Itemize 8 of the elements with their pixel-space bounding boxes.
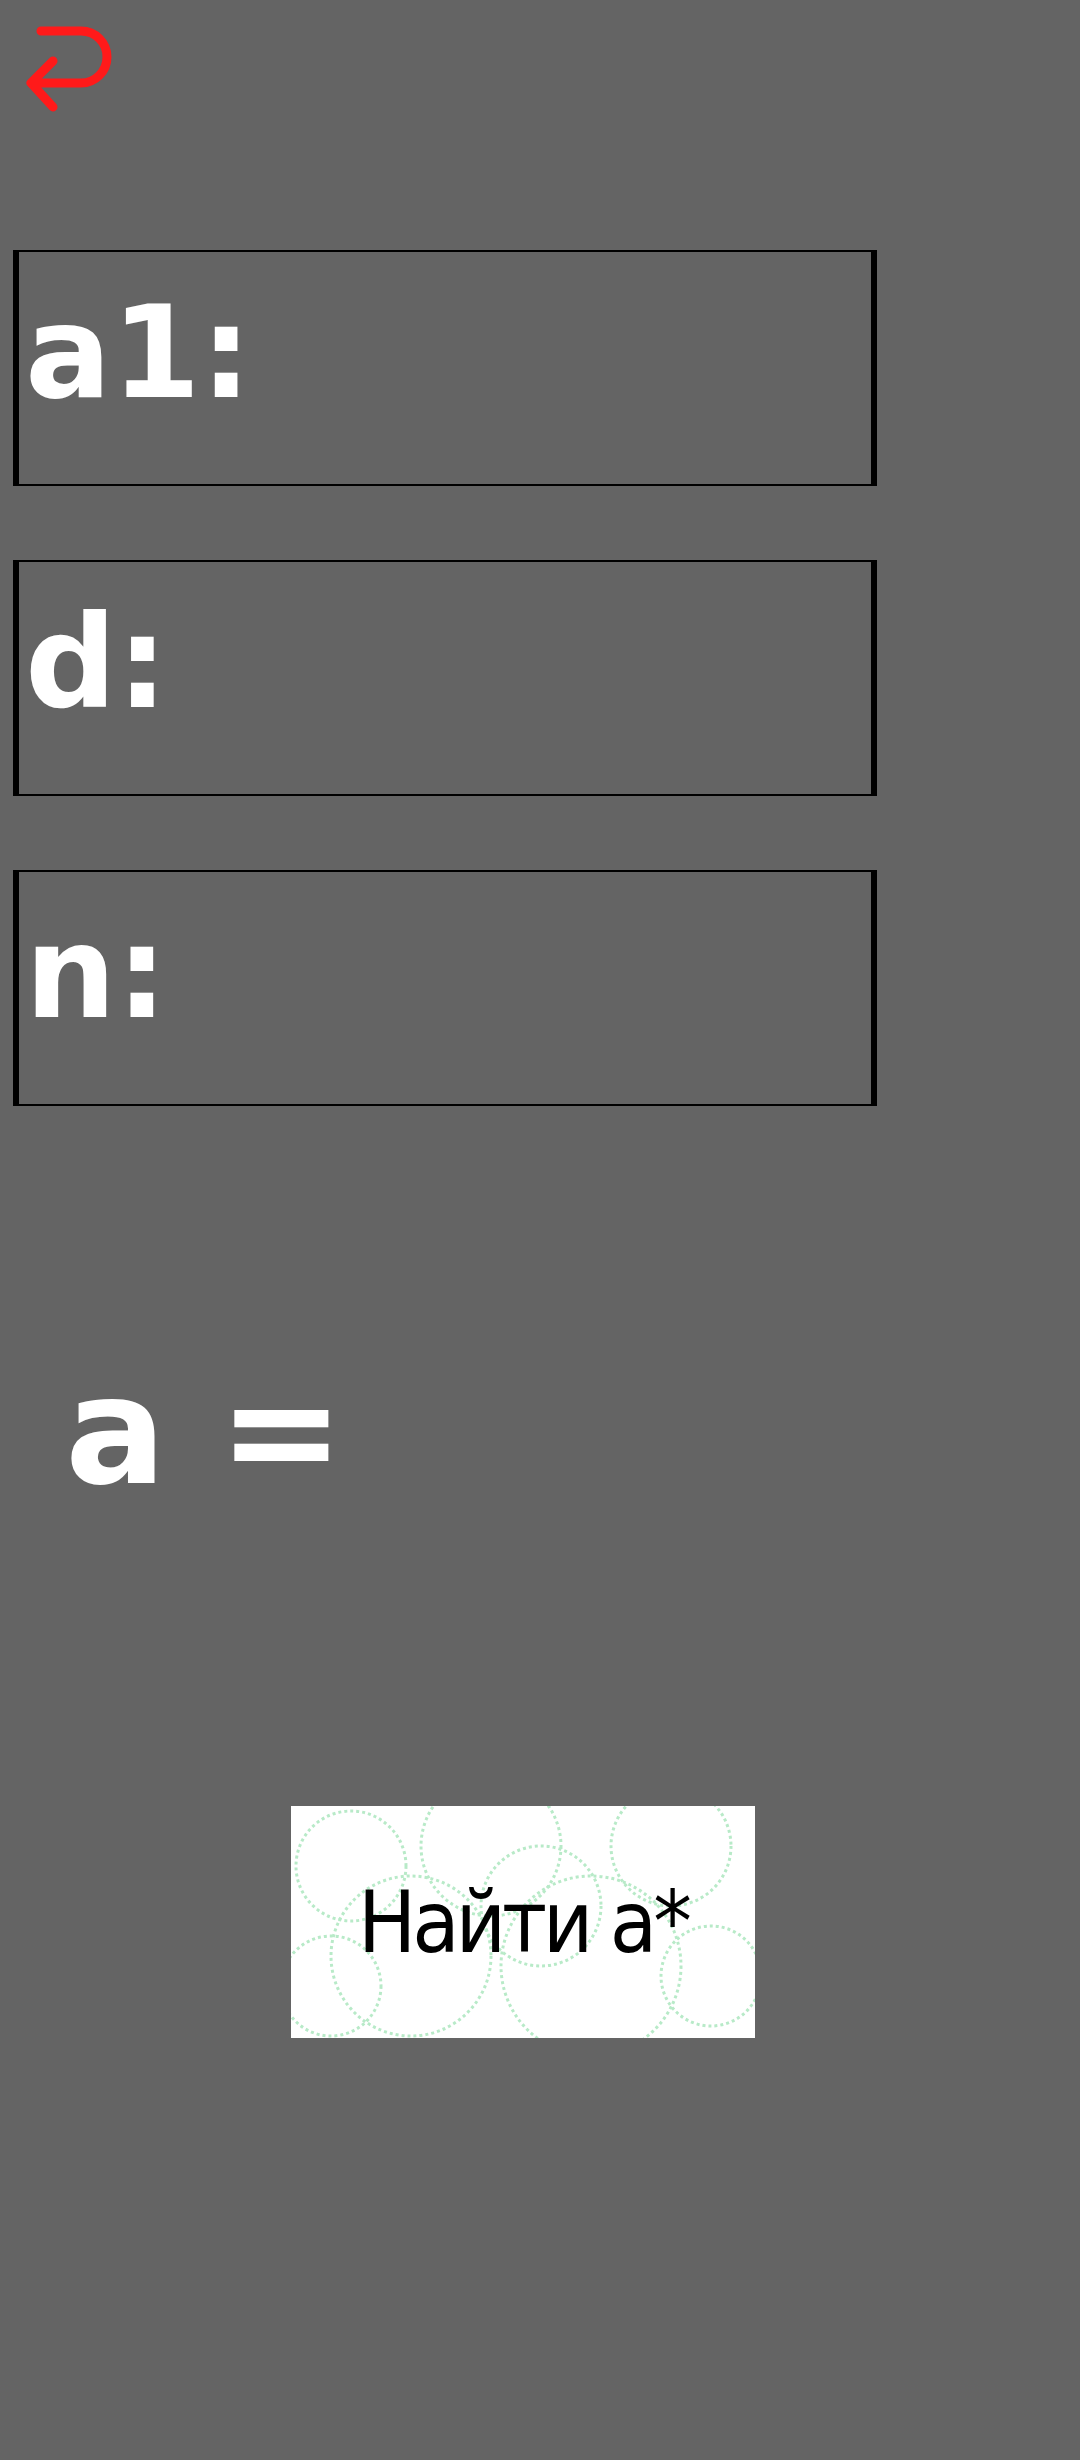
field-label: a1: [25,289,252,417]
input-field[interactable]: n: [13,870,877,1106]
find-button[interactable]: Найти a* [291,1806,755,2038]
result-label: a = [65,1356,345,1506]
input-field[interactable]: d: [13,560,877,796]
input-field[interactable]: a1: [13,250,877,486]
field-label: d: [25,599,168,727]
field-label: n: [25,909,168,1037]
